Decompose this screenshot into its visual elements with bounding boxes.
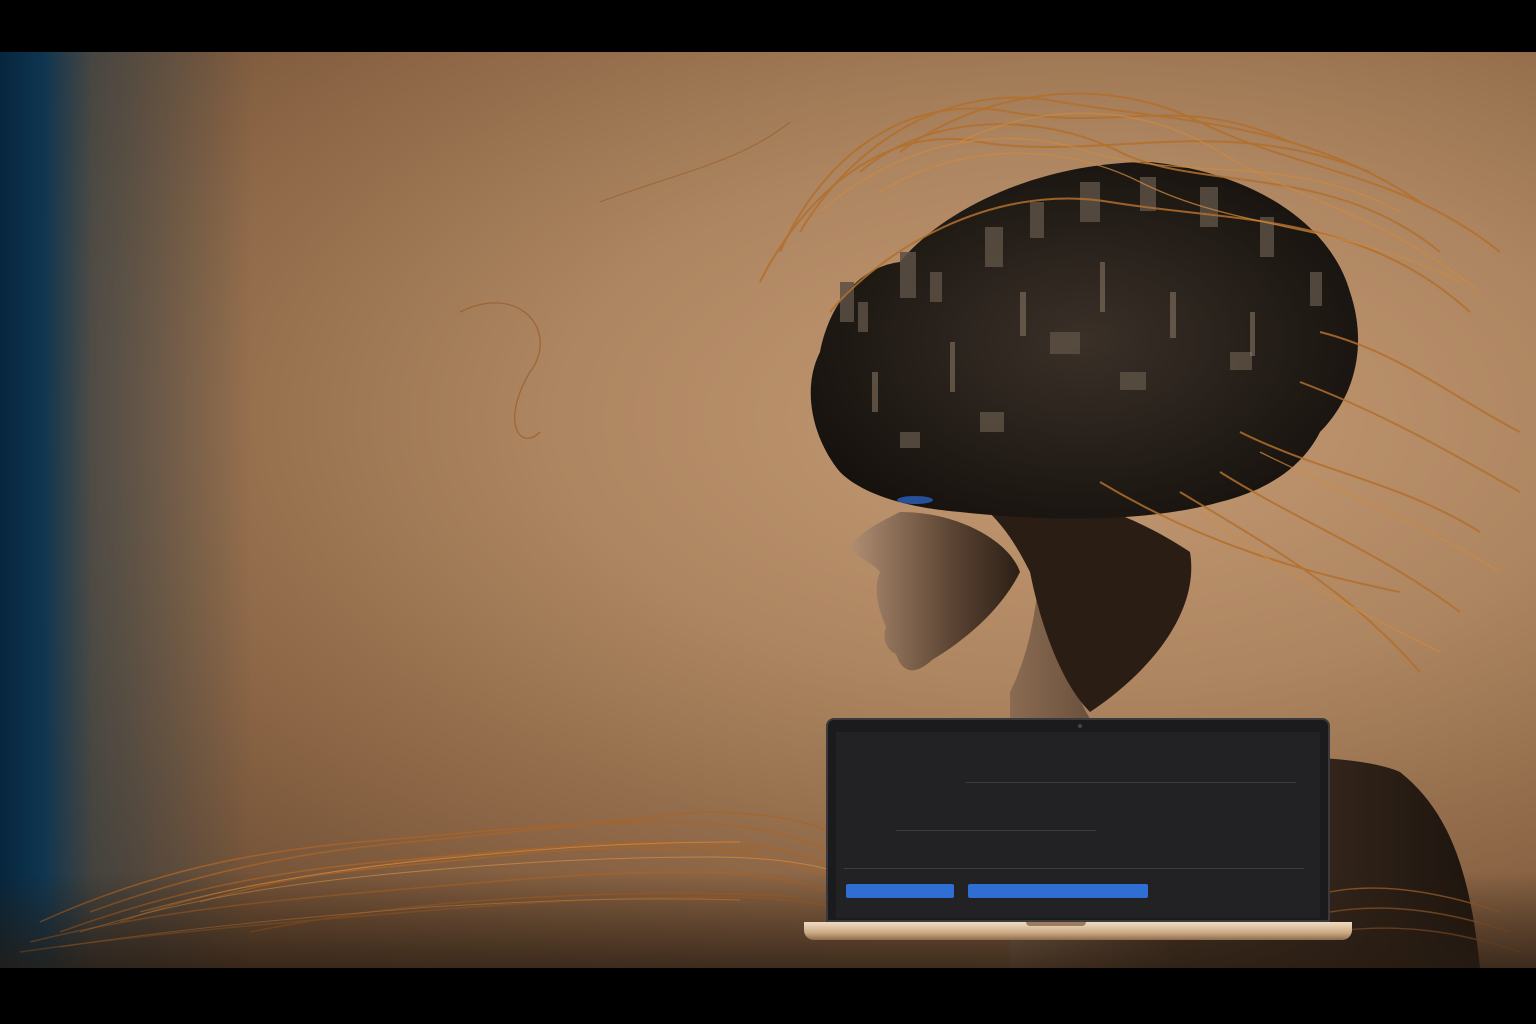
- image-frame: [0, 0, 1536, 1024]
- screen-secondary-button: [968, 884, 1148, 898]
- letterbox-top: [0, 0, 1536, 52]
- laptop-notch: [1026, 922, 1086, 926]
- laptop: [804, 718, 1352, 940]
- camera-dot: [1078, 724, 1082, 728]
- blue-glint: [897, 496, 933, 504]
- letterbox-bottom: [0, 968, 1536, 1024]
- bust-face: [850, 512, 1020, 671]
- screen-divider: [896, 830, 1096, 831]
- laptop-base: [804, 922, 1352, 940]
- screen-primary-button: [846, 884, 954, 898]
- screen-divider: [844, 868, 1304, 869]
- screen-divider: [966, 782, 1296, 783]
- laptop-lid: [826, 718, 1330, 922]
- laptop-screen: [836, 732, 1320, 918]
- loose-strand-2: [599, 121, 791, 203]
- loose-strand: [459, 302, 541, 439]
